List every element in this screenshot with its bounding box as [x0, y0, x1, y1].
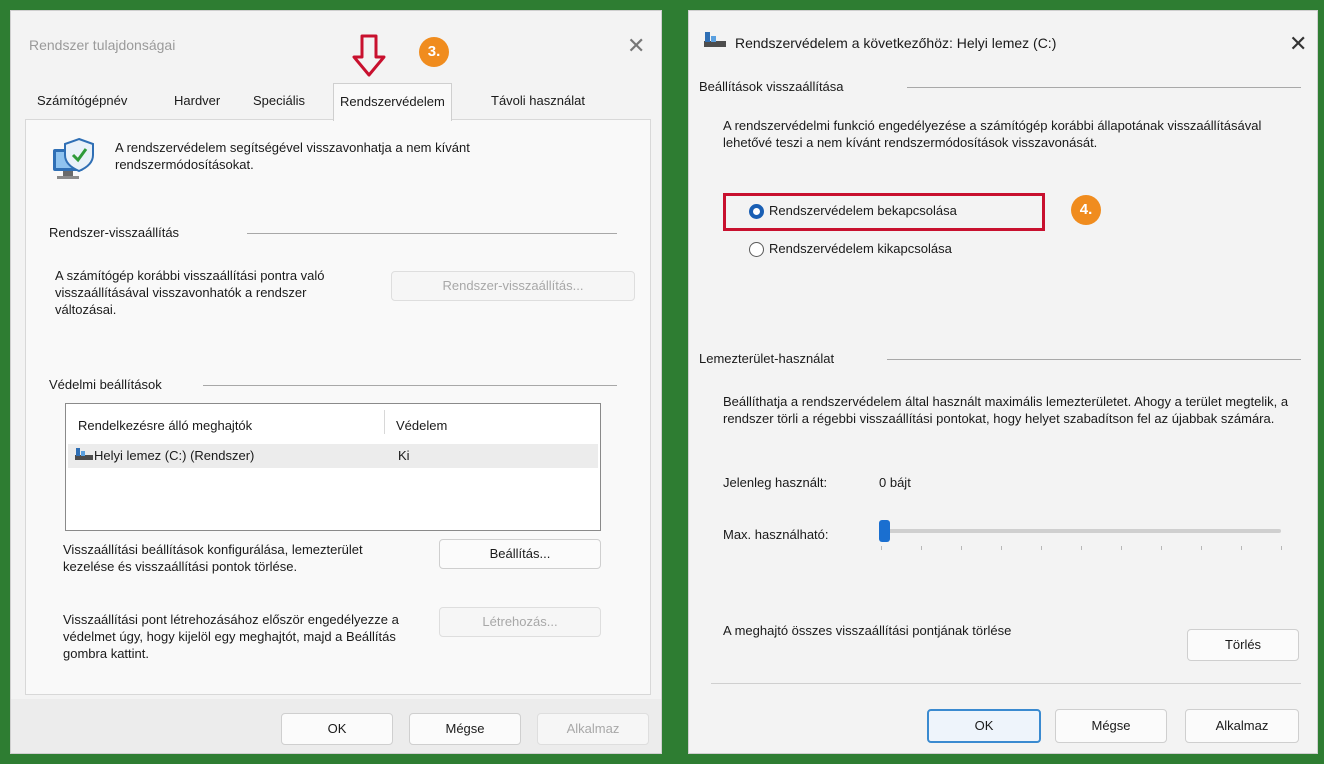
drive-protection-status: Ki — [398, 448, 410, 463]
table-row[interactable]: Helyi lemez (C:) (Rendszer) Ki — [68, 444, 598, 468]
restore-settings-description: A rendszervédelmi funkció engedélyezése … — [723, 118, 1262, 150]
slider-tick — [1201, 546, 1202, 550]
intro-text: A rendszervédelem segítségével visszavon… — [115, 140, 470, 172]
restore-settings-heading: Beállítások visszaállítása — [699, 79, 844, 94]
close-icon[interactable]: ✕ — [1289, 33, 1307, 55]
slider-tick — [1281, 546, 1282, 550]
divider — [711, 683, 1301, 684]
drive-icon — [703, 31, 727, 52]
slider-tick — [1081, 546, 1082, 550]
max-usage-slider-thumb[interactable] — [879, 520, 890, 542]
slider-tick — [961, 546, 962, 550]
tab-computer-name[interactable]: Számítógépnév — [37, 93, 127, 108]
arrow-down-icon — [351, 33, 387, 82]
column-header-drives[interactable]: Rendelkezésre álló meghajtók — [78, 418, 252, 433]
divider — [887, 359, 1301, 360]
disk-usage-heading: Lemezterület-használat — [699, 351, 835, 366]
drives-list[interactable]: Rendelkezésre álló meghajtók Védelem Hel… — [65, 403, 601, 531]
cancel-button[interactable]: Mégse — [1055, 709, 1167, 743]
slider-tick — [1001, 546, 1002, 550]
tab-remote[interactable]: Távoli használat — [491, 93, 585, 108]
delete-points-text: A meghajtó összes visszaállítási pontján… — [723, 623, 1012, 638]
apply-button[interactable]: Alkalmaz — [537, 713, 649, 745]
dialog-title: Rendszervédelem a következőhöz: Helyi le… — [735, 35, 1057, 51]
radio-protection-on[interactable] — [749, 204, 764, 219]
divider — [203, 385, 617, 386]
step-badge: 4. — [1071, 195, 1101, 225]
slider-tick — [1161, 546, 1162, 550]
drive-icon — [74, 447, 94, 464]
slider-tick — [881, 546, 882, 550]
tab-hardware[interactable]: Hardver — [174, 93, 220, 108]
column-divider — [384, 410, 385, 434]
restore-group-heading: Rendszer-visszaállítás — [49, 225, 180, 240]
tab-system-protection[interactable]: Rendszervédelem — [333, 83, 452, 121]
slider-tick — [1041, 546, 1042, 550]
max-usage-slider-track[interactable] — [881, 529, 1281, 533]
slider-tick — [921, 546, 922, 550]
configure-description: Visszaállítási beállítások konfigurálása… — [63, 542, 363, 574]
current-usage-label: Jelenleg használt: — [723, 475, 828, 490]
system-properties-dialog: Rendszer tulajdonságai ✕ 3. Számítógépné… — [10, 10, 662, 754]
cancel-button[interactable]: Mégse — [409, 713, 521, 745]
system-protection-settings-dialog: Rendszervédelem a következőhöz: Helyi le… — [688, 10, 1318, 754]
create-button[interactable]: Létrehozás... — [439, 607, 601, 637]
delete-button[interactable]: Törlés — [1187, 629, 1299, 661]
tab-advanced[interactable]: Speciális — [253, 93, 305, 108]
system-protection-icon — [49, 135, 97, 186]
step-badge: 3. — [419, 37, 449, 67]
radio-protection-off[interactable] — [749, 242, 764, 257]
ok-button[interactable]: OK — [281, 713, 393, 745]
configure-button[interactable]: Beállítás... — [439, 539, 601, 569]
option-protection-off-label[interactable]: Rendszervédelem kikapcsolása — [769, 241, 952, 256]
slider-tick — [1121, 546, 1122, 550]
dialog-title: Rendszer tulajdonságai — [29, 37, 176, 53]
close-icon[interactable]: ✕ — [627, 35, 645, 57]
create-description: Visszaállítási pont létrehozásához elősz… — [63, 612, 399, 661]
option-protection-on-label[interactable]: Rendszervédelem bekapcsolása — [769, 203, 957, 218]
apply-button[interactable]: Alkalmaz — [1185, 709, 1299, 743]
drive-name: Helyi lemez (C:) (Rendszer) — [94, 448, 255, 463]
disk-usage-description: Beállíthatja a rendszervédelem által has… — [723, 394, 1289, 426]
system-restore-button[interactable]: Rendszer-visszaállítás... — [391, 271, 635, 301]
restore-description: A számítógép korábbi visszaállítási pont… — [55, 268, 325, 317]
protection-group-heading: Védelmi beállítások — [49, 377, 162, 392]
current-usage-value: 0 bájt — [879, 475, 911, 490]
ok-button[interactable]: OK — [927, 709, 1041, 743]
divider — [907, 87, 1301, 88]
max-usage-label: Max. használható: — [723, 527, 829, 542]
column-header-protection[interactable]: Védelem — [396, 418, 447, 433]
divider — [247, 233, 617, 234]
slider-tick — [1241, 546, 1242, 550]
